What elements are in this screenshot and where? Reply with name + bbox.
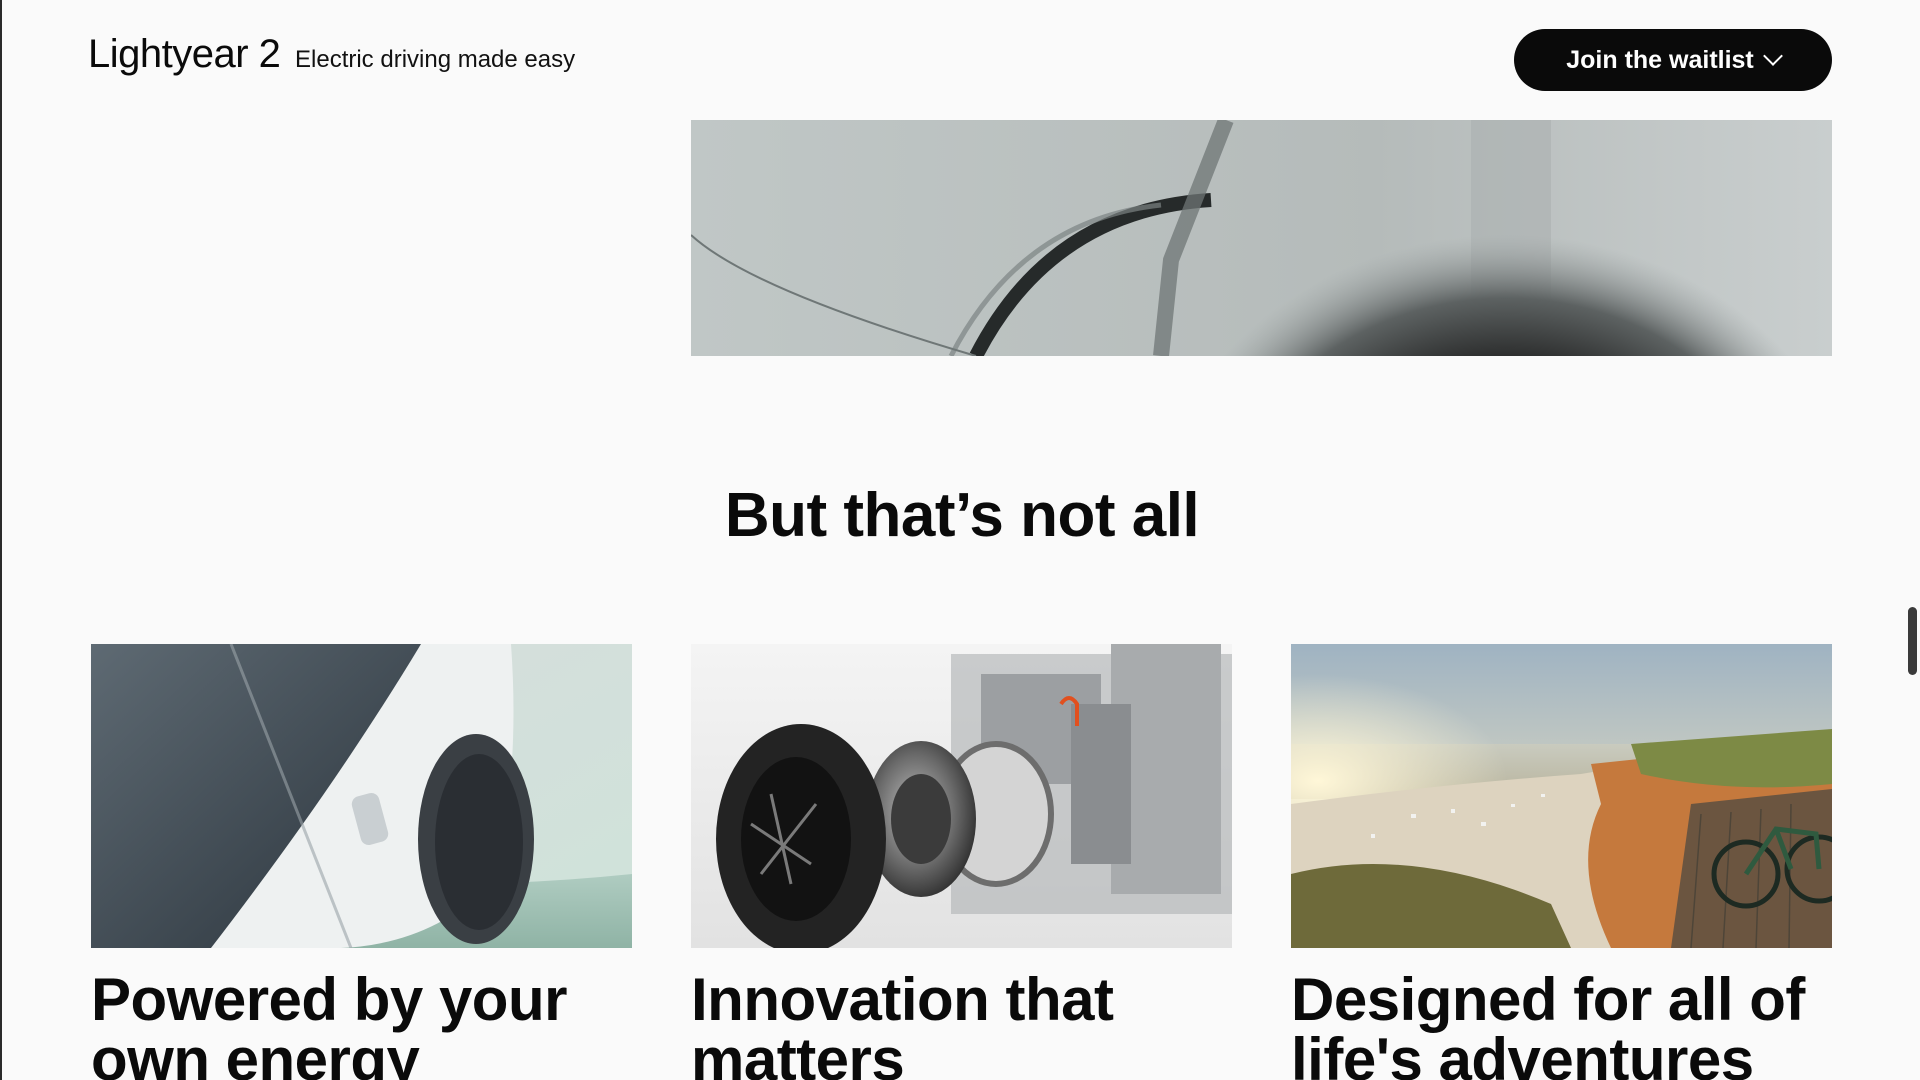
feature-card-adventures[interactable]: Designed for all of life's adventures: [1291, 644, 1832, 1080]
feature-card-energy[interactable]: Powered by your own energy: [91, 644, 632, 1080]
join-waitlist-label: Join the waitlist: [1566, 45, 1754, 74]
tagline: Electric driving made easy: [295, 46, 576, 73]
join-waitlist-button[interactable]: Join the waitlist: [1514, 29, 1832, 91]
card-title: Powered by your own energy: [91, 966, 567, 1080]
logo[interactable]: Lightyear 2: [88, 32, 281, 77]
page: Lightyear 2 Electric driving made easy J…: [0, 0, 1920, 1080]
scrollbar-thumb[interactable]: [1908, 607, 1917, 675]
card-title: Innovation that matters: [691, 966, 1114, 1080]
chevron-down-icon: [1762, 46, 1783, 66]
feature-card-innovation[interactable]: Innovation that matters: [691, 644, 1232, 1080]
site-header: Lightyear 2 Electric driving made easy J…: [0, 0, 1920, 120]
card-title: Designed for all of life's adventures: [1291, 966, 1805, 1080]
hero-image: [691, 120, 1832, 356]
beach-cliff-image[interactable]: [1291, 644, 1832, 948]
in-wheel-motor-image[interactable]: [691, 644, 1232, 948]
section-title: But that’s not all: [724, 481, 1200, 550]
car-side-image[interactable]: [91, 644, 632, 948]
